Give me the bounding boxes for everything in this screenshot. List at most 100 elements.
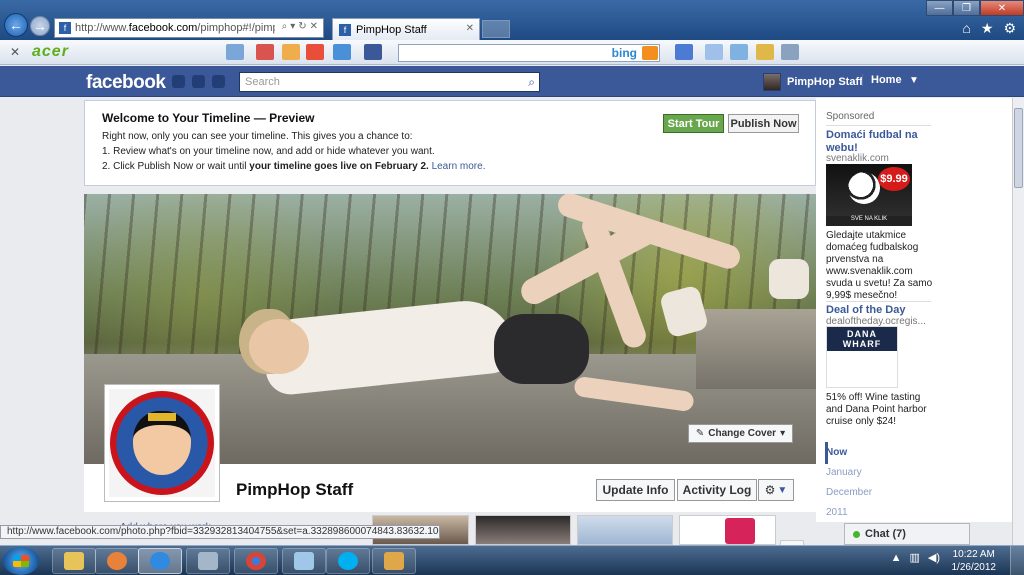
clock-date: 1/26/2012 [951,562,997,573]
forward-button[interactable]: → [30,16,50,36]
toolbar-app-icon[interactable] [226,44,244,60]
taskbar-skype[interactable] [326,548,370,574]
taskbar-internet-explorer[interactable] [138,548,182,574]
chat-bar[interactable]: Chat (7) [844,523,970,545]
friend-requests-icon[interactable] [172,75,185,88]
search-placeholder: Search [245,76,280,88]
acer-toolbar: ✕ acer bing [0,40,1024,65]
timeline-nav-item[interactable]: December [826,487,872,498]
taskbar-app[interactable] [282,548,326,574]
back-button[interactable]: ← [4,13,28,37]
taskbar-app[interactable] [186,548,230,574]
chrome-icon [246,552,266,570]
notifications-globe-icon[interactable] [212,75,225,88]
acer-logo: acer [32,43,69,60]
taskbar-clock[interactable]: 10:22 AM 1/26/2012 [952,548,997,574]
preview-title: Welcome to Your Timeline — Preview [102,111,315,125]
ad-image[interactable]: DANA WHARF [826,326,898,388]
pencil-icon: ✎ [695,428,705,439]
toolbar-close-icon[interactable]: ✕ [10,45,20,59]
chevron-down-icon: ▾ [780,428,786,439]
address-url[interactable]: http://www.facebook.com/pimphop#!/pimpho… [75,22,275,34]
browser-status-bar: http://www.facebook.com/photo.php?fbid=3… [0,525,440,539]
activity-log-button[interactable]: Activity Log [677,479,757,501]
settings-gear-dropdown[interactable]: ⚙ ▼ [758,479,794,501]
start-tour-button[interactable]: Start Tour [663,114,724,133]
sponsored-label: Sponsored [826,111,875,122]
taskbar-media-player[interactable] [95,548,139,574]
right-sidebar: Sponsored Domaći fudbal na webu! svenakl… [816,98,1012,522]
timeline-preview-banner: Welcome to Your Timeline — Preview Right… [84,100,816,186]
folder-icon [64,552,84,570]
start-button[interactable] [3,547,39,575]
toolbar-film-icon[interactable] [781,44,799,60]
restore-button[interactable]: ❐ [953,0,980,16]
chat-label: Chat (7) [865,528,906,540]
search-icon[interactable]: ⌕ [528,75,535,90]
toolbar-edit-icon[interactable] [705,44,723,60]
facebook-search-input[interactable]: Search ⌕ [239,72,540,92]
notification-jewels [172,75,225,88]
home-link[interactable]: Home [862,74,902,86]
internet-explorer-icon [150,552,170,570]
toolbar-facebook-icon[interactable] [364,44,382,60]
ad-body: 51% off! Wine tasting and Dana Point har… [826,392,927,427]
address-actions[interactable]: ⌕▾↻✕ [282,21,321,32]
timeline-nav-now[interactable]: Now [826,447,847,458]
app-thumbnail[interactable] [679,515,776,545]
preview-line-1: Right now, only you can see your timelin… [102,131,413,142]
toolbar-weather-icon[interactable] [282,44,300,60]
profile-link[interactable]: PimpHop Staff [763,73,863,91]
taskbar-explorer[interactable] [52,548,96,574]
network-icon[interactable]: ▥ [909,551,919,564]
window-controls: — ❐ ✕ [926,0,1024,16]
taskbar-app[interactable] [372,548,416,574]
profile-name[interactable]: PimpHop Staff [236,480,353,500]
photo-thumbnail[interactable] [475,515,571,545]
timeline-nav-item[interactable]: 2011 [826,507,848,518]
online-dot-icon [853,530,860,538]
ad-title[interactable]: Domaći fudbal na webu! [826,129,936,155]
toolbar-alert-icon[interactable] [306,44,324,60]
app-icon [198,552,218,570]
favorites-star-icon[interactable]: ★ [981,20,994,37]
publish-now-button[interactable]: Publish Now [728,114,799,133]
minimize-button[interactable]: — [926,0,953,16]
timeline-nav-item[interactable]: January [826,467,862,478]
change-cover-button[interactable]: ✎ Change Cover ▾ [688,424,793,443]
toolbar-chart-icon[interactable] [730,44,748,60]
clock-time: 10:22 AM [952,549,995,560]
skype-icon [338,552,358,570]
new-tab-button[interactable] [482,20,510,38]
search-go-icon[interactable] [642,46,658,60]
show-desktop-button[interactable] [1010,546,1024,575]
app-icon [294,552,314,570]
home-icon[interactable]: ⌂ [962,20,970,37]
page-scrollbar[interactable] [1012,98,1024,545]
tab-close-icon[interactable]: ✕ [466,23,474,34]
ad-image[interactable]: $9.99 SVE NA KLIK [826,164,912,226]
volume-icon[interactable]: ◀) [928,551,940,564]
scrollbar-thumb[interactable] [1014,108,1023,188]
update-info-button[interactable]: Update Info [596,479,675,501]
map-thumbnail[interactable] [577,515,673,545]
account-menu-chevron-down-icon[interactable]: ▼ [909,75,919,86]
preview-line-2: 1. Review what's on your timeline now, a… [102,146,435,157]
facebook-logo[interactable]: facebook [86,72,166,94]
profile-picture[interactable] [104,384,220,502]
gear-icon: ⚙ [764,483,776,497]
soccer-ball-icon [848,172,880,204]
close-window-button[interactable]: ✕ [980,0,1024,16]
bing-search-box[interactable]: bing [398,44,660,62]
taskbar-chrome[interactable] [234,548,278,574]
tray-up-arrow-icon[interactable]: ▲ [891,552,902,564]
browser-tab[interactable]: f PimpHop Staff ✕ [332,18,480,40]
toolbar-calendar-icon[interactable] [256,44,274,60]
tools-gear-icon[interactable]: ⚙ [1003,20,1016,37]
messages-icon[interactable] [192,75,205,88]
toolbar-like-icon[interactable] [675,44,693,60]
toolbar-mail-icon[interactable] [333,44,351,60]
toolbar-stars-icon[interactable] [756,44,774,60]
address-bar[interactable]: f http://www.facebook.com/pimphop#!/pimp… [54,18,324,38]
learn-more-link[interactable]: Learn more. [432,161,486,172]
